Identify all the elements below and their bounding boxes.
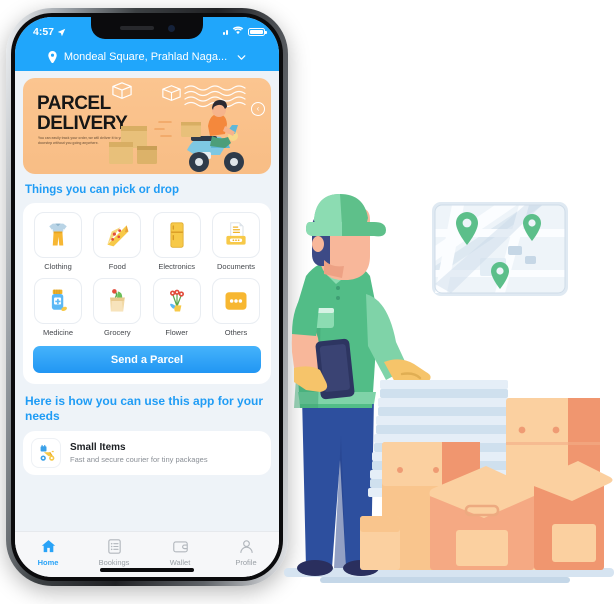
floor-shadow <box>320 577 570 583</box>
category-label: Documents <box>217 262 255 271</box>
battery-full-icon <box>248 27 267 37</box>
scooter-icon <box>40 444 54 461</box>
ellipsis-icon <box>225 292 247 310</box>
grocery-bag-icon <box>110 289 126 312</box>
medicine-bottle-icon <box>51 289 67 312</box>
category-food[interactable]: Food <box>88 212 146 271</box>
chevron-left-icon: ‹ <box>256 104 260 113</box>
category-tile <box>152 278 201 324</box>
howto-list-item[interactable]: Small Items Fast and secure courier for … <box>23 431 271 475</box>
status-time: 4:57 <box>33 26 55 38</box>
categories-row-2: Medicine Grocery Flower Others <box>29 278 265 337</box>
banner-prev-button[interactable]: ‹ <box>251 102 265 116</box>
phone-screen: 4:57 Mondeal Square, Prahlad Naga... PAR… <box>15 17 279 577</box>
category-tile <box>93 212 142 258</box>
status-bar-right <box>222 26 267 38</box>
front-camera <box>167 24 175 32</box>
category-flower[interactable]: Flower <box>148 278 206 337</box>
courier-shoe-left <box>297 560 333 576</box>
location-bar[interactable]: Mondeal Square, Prahlad Naga... <box>15 43 279 71</box>
clothing-icon <box>49 223 67 246</box>
phone-bezel: 4:57 Mondeal Square, Prahlad Naga... PAR… <box>11 13 283 581</box>
status-bar-left: 4:57 <box>33 26 66 38</box>
map-pin-icon <box>47 50 58 64</box>
flower-bouquet-icon <box>169 289 184 312</box>
category-label: Food <box>108 262 126 271</box>
promo-banner[interactable]: PARCEL DELIVERY You can easily track you… <box>23 78 271 174</box>
category-tile <box>211 212 260 258</box>
nav-label: Wallet <box>169 558 191 567</box>
screenshot-root: 4:57 Mondeal Square, Prahlad Naga... PAR… <box>0 0 614 604</box>
howto-item-icon <box>31 438 61 468</box>
nav-item-wallet[interactable]: Wallet <box>147 538 213 567</box>
person-icon <box>239 540 253 553</box>
home-indicator-bar <box>100 568 194 572</box>
earpiece-speaker <box>119 26 154 30</box>
phone-device: 4:57 Mondeal Square, Prahlad Naga... PAR… <box>6 8 288 586</box>
categories-card: Clothing Food Electronics Documents Medi… <box>23 203 271 384</box>
category-grocery[interactable]: Grocery <box>88 278 146 337</box>
documents-icon <box>226 222 246 245</box>
phone-notch <box>91 17 203 39</box>
nav-label: Profile <box>235 558 257 567</box>
category-label: Electronics <box>158 262 195 271</box>
category-medicine[interactable]: Medicine <box>29 278 87 337</box>
category-tile <box>34 212 82 258</box>
delivery-courier-with-parcels-illustration <box>284 186 614 604</box>
category-electronics[interactable]: Electronics <box>148 212 206 271</box>
howto-item-title: Small Items <box>70 442 126 453</box>
category-tile <box>152 212 201 258</box>
refrigerator-icon <box>170 222 184 248</box>
send-parcel-button[interactable]: Send a Parcel <box>33 346 261 373</box>
nav-item-profile[interactable]: Profile <box>213 538 279 567</box>
category-label: Others <box>224 328 248 337</box>
chevron-down-icon[interactable] <box>236 52 247 63</box>
wallet-icon <box>172 541 188 553</box>
category-others[interactable]: Others <box>207 278 265 337</box>
category-documents[interactable]: Documents <box>207 212 265 271</box>
category-label: Clothing <box>44 262 72 271</box>
category-label: Grocery <box>103 328 131 337</box>
category-tile <box>211 278 260 324</box>
signal-dots-icon <box>222 29 228 35</box>
howto-item-text: Small Items Fast and secure courier for … <box>70 442 208 464</box>
nav-item-home[interactable]: Home <box>15 538 81 567</box>
nav-label: Bookings <box>98 558 130 567</box>
wifi-icon <box>232 26 244 38</box>
courier-ear <box>312 236 324 252</box>
howto-section-title: Here is how you can use this app for you… <box>25 394 264 423</box>
nav-item-bookings[interactable]: Bookings <box>81 538 147 567</box>
list-icon <box>107 539 121 554</box>
categories-row-1: Clothing Food Electronics Documents <box>29 212 265 271</box>
home-icon <box>41 540 55 553</box>
category-label: Medicine <box>42 328 73 337</box>
categories-section-title: Things you can pick or drop <box>25 184 179 196</box>
howto-item-subtitle: Fast and secure courier for tiny package… <box>70 455 208 464</box>
map-card <box>432 202 568 296</box>
location-address: Mondeal Square, Prahlad Naga... <box>63 51 228 63</box>
location-arrow-icon <box>57 28 66 37</box>
app-scroll-body: PARCEL DELIVERY You can easily track you… <box>15 71 279 531</box>
category-tile <box>93 278 142 324</box>
scooter-delivery-illustration <box>109 100 244 172</box>
pizza-icon <box>107 225 129 247</box>
nav-label: Home <box>37 558 59 567</box>
category-clothing[interactable]: Clothing <box>29 212 87 271</box>
category-tile <box>34 278 82 324</box>
category-label: Flower <box>165 328 188 337</box>
